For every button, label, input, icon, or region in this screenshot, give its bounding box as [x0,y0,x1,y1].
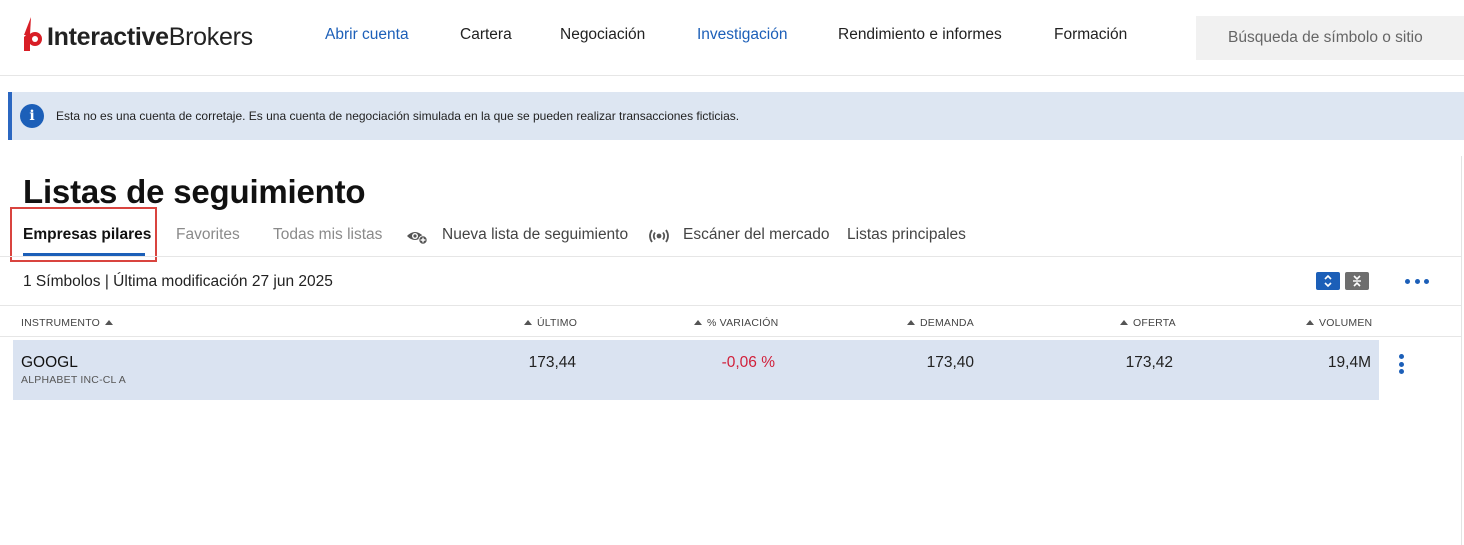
col-instrumento[interactable]: INSTRUMENTO [21,317,118,329]
expand-icon [1324,274,1332,288]
row-bid: 173,40 [926,354,974,371]
nav-rendimiento-informes[interactable]: Rendimiento e informes [838,26,1002,44]
col-demanda[interactable]: DEMANDA [907,317,974,329]
site-search-input[interactable] [1196,16,1464,60]
banner-message: Esta no es una cuenta de corretaje. Es u… [56,109,740,123]
tab-empresas-pilares[interactable]: Empresas pilares [23,226,151,244]
ib-logo-icon [24,17,42,51]
row-description: ALPHABET INC-CL A [21,374,126,386]
watchlist-summary: 1 Símbolos | Última modificación 27 jun … [23,273,333,290]
nav-formacion[interactable]: Formación [1054,26,1127,44]
tab-favorites[interactable]: Favorites [176,226,240,244]
sort-icon [694,320,702,326]
eye-plus-icon[interactable] [406,228,428,246]
tabs-divider [0,256,1461,257]
tab-todas-mis-listas[interactable]: Todas mis listas [273,226,382,244]
nav-abrir-cuenta[interactable]: Abrir cuenta [325,26,409,44]
nav-negociacion[interactable]: Negociación [560,26,645,44]
sort-icon [1306,320,1314,326]
row-more-options-icon[interactable] [1396,354,1406,374]
tab-nueva-lista[interactable]: Nueva lista de seguimiento [442,226,628,244]
sort-icon [524,320,532,326]
col-oferta[interactable]: OFERTA [1120,317,1176,329]
sort-icon [1120,320,1128,326]
col-volumen[interactable]: VOLUMEN [1306,317,1372,329]
table-header-divider [0,336,1461,337]
table-row[interactable]: GOOGL ALPHABET INC-CL A 173,44 -0,06 % 1… [13,340,1379,400]
sort-icon [907,320,915,326]
more-options-horizontal-icon[interactable] [1405,272,1429,290]
tab-listas-principales[interactable]: Listas principales [847,226,966,244]
col-ultimo[interactable]: ÚLTIMO [524,317,577,329]
summary-divider [0,305,1461,306]
row-volume: 19,4M [1327,354,1371,371]
collapse-icon [1353,275,1361,287]
expand-rows-button[interactable] [1316,272,1340,290]
row-ask: 173,42 [1125,354,1173,371]
row-symbol[interactable]: GOOGL [21,354,78,372]
row-last: 173,44 [528,354,576,371]
content-divider [1461,156,1462,545]
sort-asc-icon [105,320,114,326]
info-icon: i [20,104,44,128]
simulated-account-banner: i Esta no es una cuenta de corretaje. Es… [8,92,1464,140]
page-title: Listas de seguimiento [23,173,366,210]
tab-escaner-mercado[interactable]: Escáner del mercado [683,226,829,244]
nav-cartera[interactable]: Cartera [460,26,512,44]
col-variacion[interactable]: % VARIACIÓN [694,317,778,329]
top-header: InteractiveBrokers Abrir cuenta Cartera … [0,0,1464,76]
collapse-rows-button[interactable] [1345,272,1369,290]
logo-wordmark: InteractiveBrokers [47,22,253,51]
interactive-brokers-logo[interactable]: InteractiveBrokers [22,16,253,52]
scanner-icon[interactable] [648,227,670,245]
nav-investigacion[interactable]: Investigación [697,26,787,44]
row-change: -0,06 % [721,354,775,371]
